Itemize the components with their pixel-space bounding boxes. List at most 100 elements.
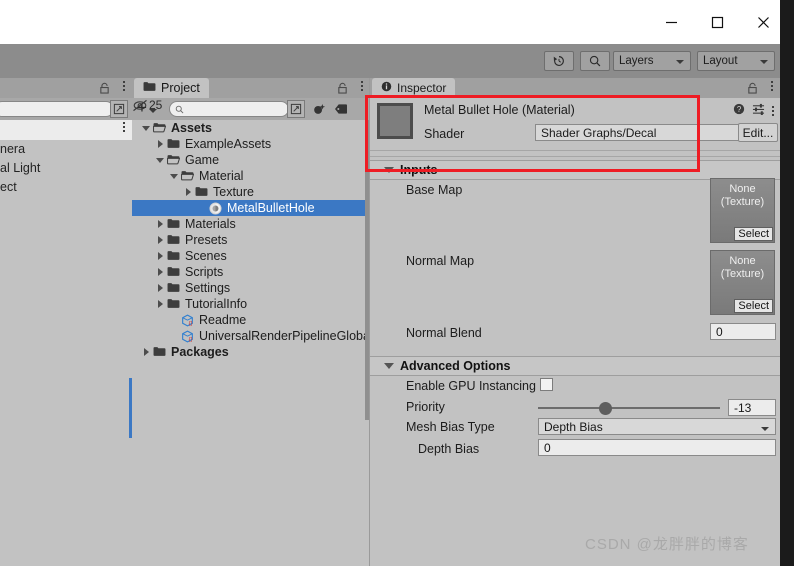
project-tree-item[interactable]: Packages	[132, 344, 369, 360]
gpu-instancing-checkbox[interactable]	[540, 378, 553, 391]
inspector-panel: Inspector Metal Bullet Hole (Material) ?	[370, 78, 780, 566]
project-tree-item[interactable]: Assets	[132, 120, 369, 136]
info-icon	[381, 81, 392, 95]
tab-inspector-label: Inspector	[397, 81, 447, 95]
twisty-closed-icon[interactable]	[154, 248, 167, 264]
layout-dropdown[interactable]: Layout	[697, 51, 775, 71]
twisty-closed-icon[interactable]	[154, 296, 167, 312]
kebab-menu-icon[interactable]	[123, 81, 125, 91]
section-inputs-header[interactable]: Inputs	[370, 160, 780, 180]
twisty-closed-icon[interactable]	[154, 136, 167, 152]
project-tree-item[interactable]: Scripts	[132, 264, 369, 280]
add-asset-button[interactable]: +	[137, 99, 157, 116]
maximize-icon[interactable]	[694, 0, 740, 44]
layers-label: Layers	[619, 55, 654, 67]
kebab-menu-icon[interactable]	[771, 81, 773, 91]
twisty-open-icon[interactable]	[154, 152, 167, 168]
editor-toolbar: Layers Layout	[0, 44, 780, 79]
tab-project[interactable]: Project	[134, 78, 209, 98]
twisty-open-icon[interactable]	[140, 120, 153, 136]
project-tree-item[interactable]: {} Readme	[132, 312, 369, 328]
project-tree-item[interactable]: ExampleAssets	[132, 136, 369, 152]
twisty-closed-icon[interactable]	[140, 344, 153, 360]
project-tree-item-label: Texture	[213, 185, 254, 199]
depth-bias-label: Depth Bias	[418, 442, 480, 456]
project-tree-item[interactable]: Presets	[132, 232, 369, 248]
material-title: Metal Bullet Hole (Material)	[424, 103, 575, 117]
twisty-closed-icon[interactable]	[154, 280, 167, 296]
twisty-closed-icon[interactable]	[154, 216, 167, 232]
kebab-menu-icon[interactable]	[772, 105, 774, 116]
mesh-bias-type-value: Depth Bias	[544, 419, 603, 434]
hierarchy-item[interactable]: nera	[0, 140, 132, 159]
project-tree-item[interactable]: Texture	[132, 184, 369, 200]
project-toolbar: + 25	[132, 98, 370, 121]
twisty-closed-icon[interactable]	[154, 264, 167, 280]
project-panel: Project + 25 Assets ExampleAssets Game M…	[132, 78, 370, 566]
material-header: Metal Bullet Hole (Material) ? Shader Sh…	[370, 98, 780, 151]
folder-icon	[167, 218, 181, 230]
project-tree-item-label: ExampleAssets	[185, 137, 272, 151]
chevron-down-icon	[384, 363, 394, 369]
material-header-icons: ?	[733, 103, 774, 118]
search-icon[interactable]	[580, 51, 610, 71]
lock-icon[interactable]	[99, 82, 110, 97]
depth-bias-input[interactable]: 0	[538, 439, 776, 456]
twisty-open-icon[interactable]	[168, 168, 181, 184]
project-tree-item[interactable]: Scenes	[132, 248, 369, 264]
window-titlebar	[0, 0, 794, 44]
help-icon[interactable]: ?	[733, 103, 745, 118]
priority-label: Priority	[406, 400, 445, 414]
window-right-edge	[780, 0, 794, 566]
project-search-input[interactable]	[169, 101, 289, 117]
preset-settings-icon[interactable]	[752, 103, 765, 118]
material-preview-thumbnail[interactable]	[377, 103, 413, 139]
kebab-menu-icon[interactable]	[361, 81, 363, 91]
favorites-icon[interactable]	[310, 101, 328, 117]
undo-history-icon[interactable]	[544, 51, 574, 71]
gpu-instancing-label: Enable GPU Instancing	[406, 379, 536, 393]
priority-input[interactable]: -13	[728, 399, 776, 416]
normal-blend-value: 0	[716, 324, 723, 339]
hierarchy-item[interactable]: ect	[0, 178, 132, 197]
lock-icon[interactable]	[337, 82, 348, 97]
project-tree-item-label: Game	[185, 153, 220, 167]
base-map-select-button[interactable]: Select	[734, 227, 773, 241]
minimize-icon[interactable]	[648, 0, 694, 44]
folder-icon	[167, 234, 181, 246]
tag-icon[interactable]	[332, 101, 350, 117]
section-advanced-header[interactable]: Advanced Options	[370, 356, 780, 376]
project-tree-item[interactable]: Game	[132, 152, 369, 168]
project-tree-item[interactable]: TutorialInfo	[132, 296, 369, 312]
chevron-down-icon	[761, 427, 769, 431]
base-map-texture-slot[interactable]: None (Texture) Select	[710, 178, 775, 243]
project-tree-item[interactable]: {} UniversalRenderPipelineGlobalSe	[132, 328, 369, 344]
folder-icon	[167, 282, 181, 294]
twisty-closed-icon[interactable]	[154, 232, 167, 248]
normal-map-texture-slot[interactable]: None (Texture) Select	[710, 250, 775, 315]
mesh-bias-type-dropdown[interactable]: Depth Bias	[538, 418, 776, 435]
shader-edit-label: Edit...	[742, 125, 774, 140]
project-tree-item[interactable]: Materials	[132, 216, 369, 232]
kebab-menu-icon[interactable]	[123, 122, 125, 132]
hierarchy-search-row	[0, 98, 132, 120]
tab-inspector[interactable]: Inspector	[372, 78, 456, 98]
project-tree-item-selected[interactable]: MetalBulletHole	[132, 200, 369, 216]
expand-search-icon[interactable]	[110, 100, 128, 118]
normal-map-select-button[interactable]: Select	[734, 299, 773, 313]
hierarchy-item[interactable]: al Light	[0, 159, 132, 178]
priority-slider-handle[interactable]	[599, 402, 612, 415]
project-tree-item[interactable]: Settings	[132, 280, 369, 296]
normal-blend-label: Normal Blend	[406, 326, 482, 340]
expand-search-icon[interactable]	[287, 100, 305, 118]
priority-slider-track[interactable]	[538, 407, 720, 409]
project-tree-item[interactable]: Material	[132, 168, 369, 184]
hierarchy-search-input[interactable]	[0, 101, 114, 117]
shader-edit-button[interactable]: Edit...	[738, 123, 778, 142]
lock-icon[interactable]	[747, 82, 758, 97]
normal-blend-input[interactable]: 0	[710, 323, 776, 340]
layers-dropdown[interactable]: Layers	[613, 51, 691, 71]
project-tree-item-label: Material	[199, 169, 244, 183]
twisty-closed-icon[interactable]	[182, 184, 195, 200]
